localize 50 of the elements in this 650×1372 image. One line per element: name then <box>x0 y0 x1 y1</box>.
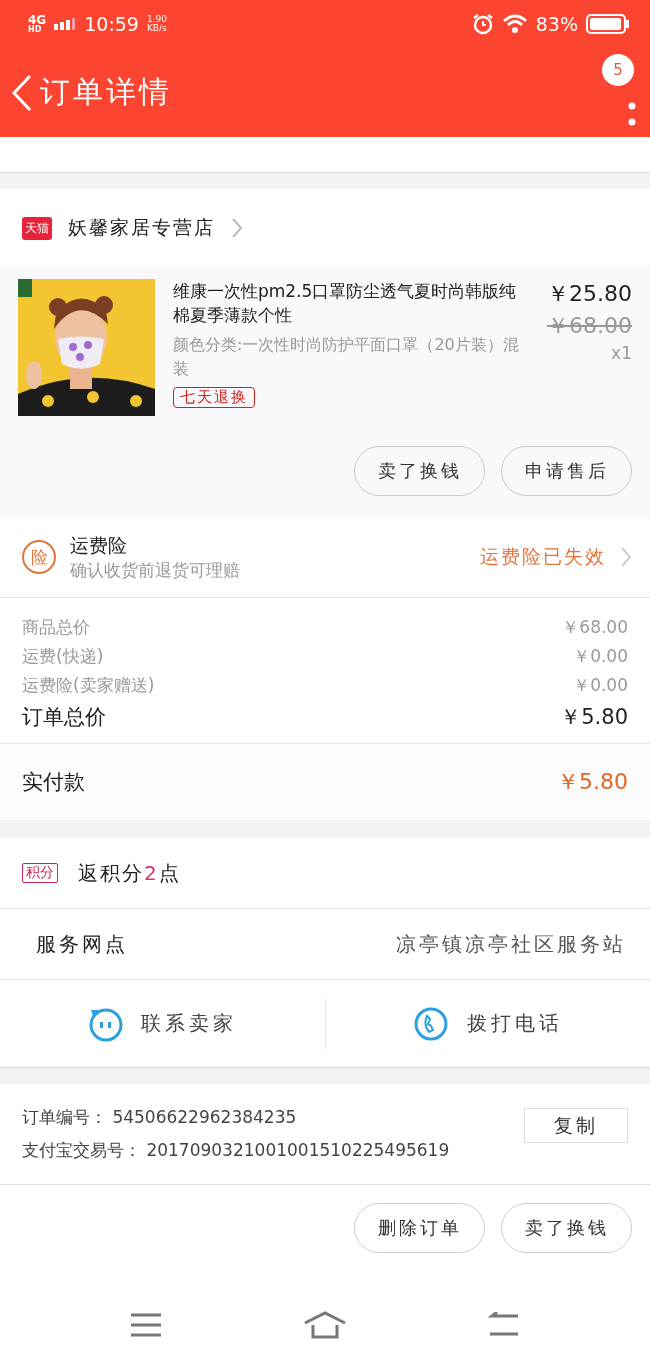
quantity: x1 <box>611 343 632 363</box>
chevron-right-icon <box>620 546 632 568</box>
product-price: ￥25.80 <box>547 280 632 308</box>
store-name[interactable]: 妖馨家居专营店 <box>68 215 215 241</box>
copy-button[interactable]: 复制 <box>524 1108 628 1143</box>
product-title[interactable]: 维康一次性pm2.5口罩防尘透气夏时尚韩版纯棉夏季薄款个性 <box>173 279 529 327</box>
back-icon[interactable] <box>10 72 34 113</box>
contact-button[interactable]: 拨打电话 <box>325 993 650 1054</box>
order-info-line: 订单编号： 54506622962384235 <box>22 1106 297 1129</box>
product-variant: 颜色分类:一次性时尚防护平面口罩（20片装）混装 <box>173 334 520 380</box>
summary-label: 运费险(卖家赠送) <box>22 674 155 697</box>
chevron-right-icon <box>231 217 243 239</box>
signal-icon <box>54 18 77 30</box>
wifi-icon <box>501 14 528 34</box>
page-title: 订单详情 <box>40 73 173 111</box>
battery-icon <box>586 14 630 34</box>
menu-icon[interactable] <box>130 1312 163 1338</box>
network-speed: 1.90 KB/s <box>146 14 167 34</box>
service-value: 凉亭镇凉亭社区服务站 <box>396 930 626 958</box>
action-button[interactable]: 申请售后 <box>501 446 632 496</box>
home-icon[interactable] <box>303 1311 347 1339</box>
total-value: ￥5.80 <box>560 704 628 731</box>
phone-icon <box>412 1005 449 1042</box>
summary-value: ￥0.00 <box>573 674 628 697</box>
total-label: 订单总价 <box>22 704 106 731</box>
action-button[interactable]: 卖了换钱 <box>354 446 485 496</box>
summary-label: 运费(快递) <box>22 645 104 668</box>
return-policy-tag: 七天退换 <box>173 387 255 408</box>
summary-label: 商品总价 <box>22 616 90 639</box>
summary-value: ￥0.00 <box>573 645 628 668</box>
back-arrow-icon[interactable] <box>487 1312 520 1338</box>
contact-button[interactable]: 联系卖家 <box>0 993 325 1054</box>
action-button[interactable]: 删除订单 <box>354 1202 485 1253</box>
insurance-subtitle: 确认收货前退货可理赔 <box>70 558 241 582</box>
summary-value: ￥68.00 <box>562 616 628 639</box>
clock-time: 10:59 <box>84 13 139 35</box>
battery-percent: 83% <box>535 13 578 35</box>
alarm-icon <box>471 13 494 35</box>
points-badge: 积分 <box>22 863 58 883</box>
insurance-icon: 险 <box>22 540 56 574</box>
store-badge: 天猫 <box>22 216 52 240</box>
paid-label: 实付款 <box>22 769 85 796</box>
original-price: ￥68.00 <box>547 312 632 340</box>
service-label: 服务网点 <box>36 930 128 958</box>
order-info-line: 支付宝交易号： 2017090321001001510225495619 <box>22 1139 450 1162</box>
insurance-title: 运费险 <box>70 532 128 558</box>
paid-amount: ￥5.80 <box>557 768 628 796</box>
points-text: 返积分2 点 <box>78 859 181 887</box>
action-button[interactable]: 卖了换钱 <box>501 1202 632 1253</box>
notification-badge: 5 <box>602 54 634 86</box>
